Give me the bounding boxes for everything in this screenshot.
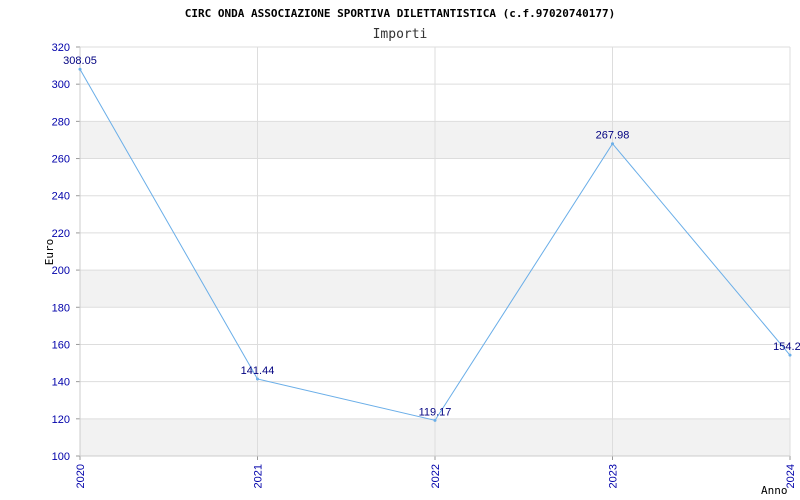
y-tick-label: 240 <box>52 191 70 203</box>
y-tick-label: 260 <box>52 154 70 166</box>
chart-subtitle: Importi <box>373 27 428 42</box>
y-tick-label: 140 <box>52 377 70 389</box>
data-point <box>433 418 437 422</box>
line-chart: 100 120 140 160 180 200 220 240 260 280 300 320 202… <box>43 7 800 497</box>
chart-title: CIRC ONDA ASSOCIAZIONE SPORTIVA DILETTAN… <box>185 7 615 20</box>
y-tick-label: 220 <box>52 228 70 240</box>
data-point <box>256 377 259 381</box>
y-tick-label: 120 <box>52 414 70 426</box>
data-point <box>788 353 792 357</box>
data-label: 141.44 <box>241 365 275 377</box>
x-tick-label: 2022 <box>430 464 442 488</box>
x-tick-label: 2020 <box>75 464 87 488</box>
grid-lines <box>76 46 791 460</box>
data-label: 154.24 <box>773 341 800 353</box>
y-tick-label: 160 <box>52 339 70 351</box>
x-axis-label: Anno <box>761 484 788 497</box>
data-point <box>611 142 614 146</box>
x-tick-labels: 2020 2021 2022 2023 2024 <box>75 464 797 488</box>
y-tick-label: 100 <box>52 451 70 463</box>
y-tick-label: 180 <box>52 302 70 314</box>
x-tick-label: 2021 <box>253 464 265 488</box>
data-point <box>78 67 82 71</box>
y-tick-label: 320 <box>52 42 70 54</box>
y-tick-label: 280 <box>52 116 70 128</box>
data-label: 308.05 <box>63 55 97 67</box>
y-tick-label: 200 <box>52 265 70 277</box>
y-tick-label: 300 <box>52 79 70 91</box>
data-label: 119.17 <box>419 406 452 418</box>
data-label: 267.98 <box>596 130 630 142</box>
y-axis-label: Euro <box>43 239 56 266</box>
x-tick-label: 2023 <box>608 464 620 488</box>
